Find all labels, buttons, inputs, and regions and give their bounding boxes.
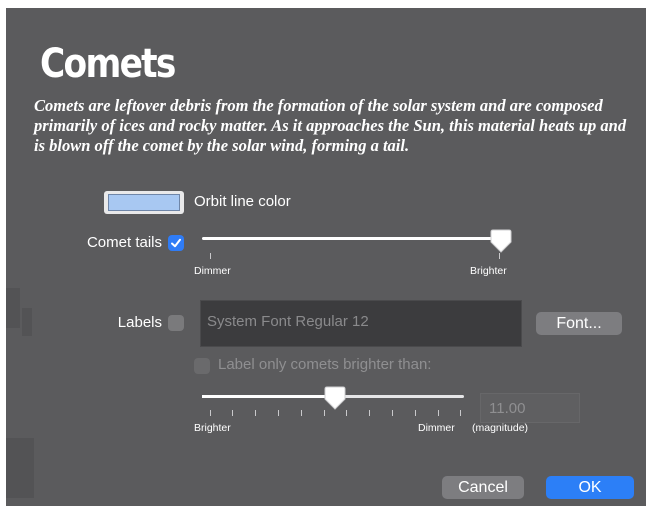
labels-label: Labels [117,314,162,331]
magnitude-max-label: Dimmer [418,422,455,434]
background-texture [22,308,32,336]
orbit-color-well[interactable] [104,191,184,214]
tails-slider-thumb[interactable] [490,229,512,253]
comet-tails-checkbox[interactable] [168,235,184,251]
magnitude-slider-tick [392,410,393,416]
magnitude-slider-thumb[interactable] [324,386,346,410]
tails-slider-track[interactable] [202,237,502,240]
ok-button[interactable]: OK [546,476,634,499]
label-brighter-checkbox[interactable] [194,358,210,374]
tails-min-label: Dimmer [194,265,231,277]
tails-max-label: Brighter [470,265,507,277]
magnitude-unit-label: (magnitude) [472,422,529,434]
tails-slider-tick [210,253,211,259]
page-title: Comets [40,41,176,87]
magnitude-slider-tick [210,410,211,416]
tails-slider-tick [499,253,500,259]
magnitude-input[interactable]: 11.00 [480,393,580,423]
font-button[interactable]: Font... [536,312,622,335]
orbit-color-swatch [108,194,180,211]
font-name-field: System Font Regular 12 [200,300,522,347]
comet-tails-label: Comet tails [86,234,162,251]
page-description: Comets are leftover debris from the form… [34,96,627,155]
comets-panel: Comets Comets are leftover debris from t… [6,8,646,506]
orbit-line-color-label: Orbit line color [194,193,291,210]
background-texture [6,438,34,498]
magnitude-slider-tick [324,410,325,416]
magnitude-slider-tick [232,410,233,416]
label-brighter-text: Label only comets brighter than: [218,356,432,373]
magnitude-slider-tick [369,410,370,416]
magnitude-slider-tick [438,410,439,416]
magnitude-slider-tick [278,410,279,416]
background-texture [6,288,20,328]
magnitude-min-label: Brighter [194,422,231,434]
magnitude-slider-tick [415,410,416,416]
magnitude-slider-tick [301,410,302,416]
checkmark-icon [171,238,181,248]
cancel-button[interactable]: Cancel [442,476,524,499]
magnitude-slider-tick [255,410,256,416]
magnitude-slider-tick [346,410,347,416]
magnitude-slider-tick [460,410,461,416]
labels-checkbox[interactable] [168,315,184,331]
magnitude-slider-fill [202,395,332,398]
